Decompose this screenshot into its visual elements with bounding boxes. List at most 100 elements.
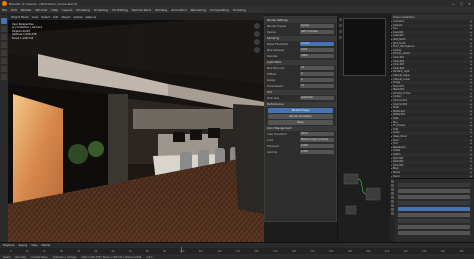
menu-window[interactable]: Window xyxy=(36,8,48,12)
glossy-bounces-field[interactable]: 4 xyxy=(300,78,334,82)
tab-layout[interactable]: Layout xyxy=(62,8,72,12)
select-box-tool-icon[interactable] xyxy=(1,18,7,24)
measure-tool-icon[interactable] xyxy=(1,74,7,80)
world-icon[interactable] xyxy=(339,24,342,27)
object-menu[interactable]: Object xyxy=(61,15,70,19)
timeline: Playback Keying View Marker 0 10 20 30 40 50 6… xyxy=(0,242,474,259)
cursor-tool-icon[interactable] xyxy=(1,26,7,32)
status-collection: Collection | Camera xyxy=(52,255,77,259)
output-tab-icon[interactable] xyxy=(391,188,394,191)
viewport-stats: User Perspective (1) Collection | Camera… xyxy=(12,23,42,40)
frame-tick-label: 10 xyxy=(25,249,29,253)
section-performance[interactable]: Performance xyxy=(265,102,336,107)
menu-edit[interactable]: Edit xyxy=(11,8,17,12)
frame-tick-label: 210 xyxy=(384,249,390,253)
tab-modeling[interactable]: Modeling xyxy=(76,8,90,12)
tab-animation[interactable]: Animation xyxy=(171,8,186,12)
diffuse-bounces-field[interactable]: 4 xyxy=(300,72,334,76)
close-button[interactable]: ✕ xyxy=(467,2,472,6)
menu-file[interactable]: File xyxy=(2,8,7,12)
tab-texture-paint[interactable]: Texture Paint xyxy=(132,8,151,12)
frame-tick-label: 240 xyxy=(440,249,446,253)
camera-view-icon[interactable] xyxy=(254,39,260,45)
tab-shading[interactable]: Shading xyxy=(155,8,167,12)
node-box[interactable] xyxy=(345,205,357,215)
tab-compositing[interactable]: Compositing xyxy=(210,8,229,12)
tab-uv-editing[interactable]: UV Editing xyxy=(112,8,128,12)
frame-tick-label: 80 xyxy=(145,249,149,253)
tab-sculpting[interactable]: Sculpting xyxy=(94,8,108,12)
move-tool-icon[interactable] xyxy=(1,34,7,40)
render-image-button[interactable]: Render Image xyxy=(268,108,333,113)
title-bar: Blender [C:\Users\...\3D\Interior_scene.… xyxy=(0,0,474,7)
scene-tab-icon[interactable] xyxy=(391,196,394,199)
object-tab-icon[interactable] xyxy=(391,204,394,207)
options-menu[interactable]: Options xyxy=(85,15,96,19)
prop-row: Device GPU Compute xyxy=(265,29,336,35)
max-samples-field[interactable]: 1024 xyxy=(300,48,334,52)
transform-tool-icon[interactable] xyxy=(1,58,7,64)
marker-menu[interactable]: Marker xyxy=(41,244,50,247)
status-bar: Select Pan View Context Menu Collection … xyxy=(0,254,474,259)
playhead[interactable] xyxy=(181,247,182,253)
minimize-button[interactable]: — xyxy=(451,2,456,6)
hdri-icon[interactable] xyxy=(339,18,342,21)
gamma-field[interactable]: 1.000 xyxy=(300,150,334,154)
node-box[interactable] xyxy=(343,173,359,185)
annotate-tool-icon[interactable] xyxy=(1,66,7,72)
transmission-bounces-field[interactable]: 12 xyxy=(300,84,334,88)
menu-help[interactable]: Help xyxy=(51,8,58,12)
scale-tool-icon[interactable] xyxy=(1,50,7,56)
view-layer-tab-icon[interactable] xyxy=(391,192,394,195)
view-menu[interactable]: View xyxy=(32,15,39,19)
render-engine-dropdown[interactable]: Cycles xyxy=(300,24,334,28)
properties-tabs xyxy=(390,178,395,242)
world-tab-icon[interactable] xyxy=(391,200,394,203)
rotate-tool-icon[interactable] xyxy=(1,42,7,48)
device-dropdown[interactable]: GPU Compute xyxy=(300,30,334,34)
menu-render[interactable]: Render xyxy=(21,8,32,12)
node-box[interactable] xyxy=(365,187,381,201)
render-tab-icon[interactable] xyxy=(391,184,394,187)
exposure-field[interactable]: 0.000 xyxy=(300,144,334,148)
modifier-tab-icon[interactable] xyxy=(391,208,394,211)
zoom-icon[interactable] xyxy=(254,23,260,29)
prop-label: Denoise xyxy=(267,54,278,58)
max-bounces-field[interactable]: 12 xyxy=(300,66,334,70)
pixel-size-dropdown[interactable]: Automatic xyxy=(300,96,334,100)
status-context: Context Menu xyxy=(31,255,48,259)
faces-stat: Faces 1,198,724 xyxy=(12,36,34,40)
bake-button[interactable]: Bake xyxy=(268,120,333,125)
render-animation-button[interactable]: Render Animation xyxy=(268,114,333,119)
frame-tick-label: 60 xyxy=(111,249,115,253)
playback-menu[interactable]: Playback xyxy=(3,244,15,247)
mode-dropdown[interactable]: Object Mode xyxy=(11,15,29,19)
look-dropdown[interactable]: Medium High Contrast xyxy=(300,138,334,142)
orientation-dropdown[interactable]: Global xyxy=(73,15,82,19)
navigation-gizmo xyxy=(254,23,260,53)
prop-label: Gamma xyxy=(267,150,278,154)
tab-rendering[interactable]: Rendering xyxy=(191,8,206,12)
select-menu[interactable]: Select xyxy=(41,15,50,19)
tab-scripting[interactable]: Scripting xyxy=(233,8,246,12)
material-tab-icon[interactable] xyxy=(391,212,394,215)
keying-menu[interactable]: Keying xyxy=(19,244,28,247)
prop-row: Denoise OptiX xyxy=(265,53,336,59)
view-transform-dropdown[interactable]: Filmic xyxy=(300,132,334,136)
prop-row: Transmission 12 xyxy=(265,83,336,89)
perspective-toggle-icon[interactable] xyxy=(254,47,260,53)
noise-threshold-field[interactable]: 0.0100 xyxy=(300,42,334,46)
material-icon[interactable] xyxy=(339,30,342,33)
view-menu[interactable]: View xyxy=(31,244,37,247)
add-menu[interactable]: Add xyxy=(53,15,58,19)
denoiser-dropdown[interactable]: OptiX xyxy=(300,54,334,58)
maximize-button[interactable]: □ xyxy=(459,2,464,6)
frame-tick-label: 200 xyxy=(366,249,371,253)
frame-tick-label: 90 xyxy=(162,249,166,253)
3d-viewport[interactable]: Object Mode View Select Add Object Globa… xyxy=(8,14,264,242)
blender-logo-icon xyxy=(2,1,7,6)
tool-tab-icon[interactable] xyxy=(391,180,394,183)
texture-icon[interactable] xyxy=(339,36,342,39)
prop-label: View Transform xyxy=(267,132,287,136)
pan-icon[interactable] xyxy=(254,31,260,37)
